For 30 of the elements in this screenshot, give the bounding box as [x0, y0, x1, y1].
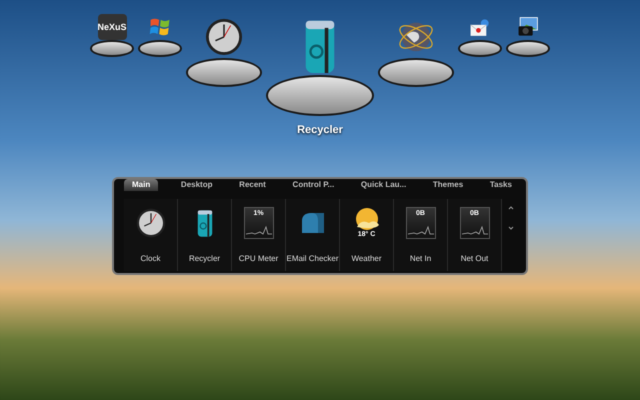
panel-tab[interactable]: Quick Lau...: [356, 179, 410, 192]
dock-item[interactable]: [186, 16, 262, 87]
panel-tab[interactable]: Main: [124, 179, 158, 192]
widget-tile[interactable]: Clock: [124, 198, 178, 271]
dock-item[interactable]: [138, 16, 182, 57]
widget-label: Net Out: [460, 252, 488, 265]
dock-item[interactable]: [506, 16, 550, 57]
line-graph-icon: [462, 224, 488, 236]
panel-tab[interactable]: Tasks: [486, 179, 516, 192]
widget-label: Net In: [410, 252, 432, 265]
panel-tab[interactable]: Recent: [235, 179, 270, 192]
widget-label: Weather: [351, 252, 382, 265]
scroll-down-icon[interactable]: [508, 224, 514, 231]
scroll-up-icon[interactable]: [508, 204, 514, 211]
widget-tile[interactable]: Recycler: [178, 198, 232, 271]
logo-text: NeXuS: [98, 22, 127, 32]
panel-tab[interactable]: Control P...: [288, 179, 338, 192]
clock-icon: [136, 208, 166, 238]
widget-label: Recycler: [188, 252, 220, 265]
line-graph-icon: [408, 224, 434, 236]
dock-item-label: Recycler: [297, 123, 343, 138]
widget-label: Clock: [140, 252, 160, 265]
dock-item[interactable]: NeXuS: [90, 16, 134, 57]
widget-label: CPU Meter: [238, 252, 278, 265]
panel-tab[interactable]: Desktop: [176, 179, 216, 192]
clock-icon: [205, 16, 243, 58]
line-graph-icon: [246, 224, 272, 236]
widget-tile[interactable]: EMail Checker: [286, 198, 340, 271]
panel-tab[interactable]: Themes: [428, 179, 468, 192]
widget-label: EMail Checker: [286, 252, 338, 265]
